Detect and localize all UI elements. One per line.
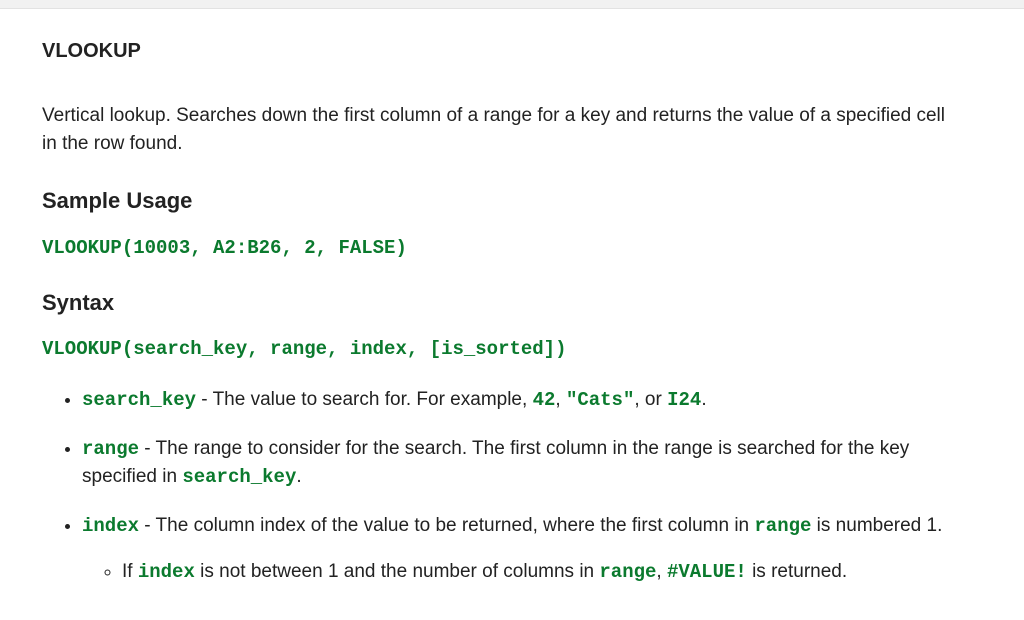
code-ref: search_key xyxy=(182,466,296,488)
code-ref: range xyxy=(599,561,656,583)
param-index: index - The column index of the value to… xyxy=(82,512,982,587)
param-sub-list: If index is not between 1 and the number… xyxy=(82,558,982,587)
page-title: VLOOKUP xyxy=(42,37,982,66)
heading-syntax: Syntax xyxy=(42,287,982,319)
text: If xyxy=(122,561,138,582)
text: , xyxy=(555,389,566,410)
example-code: 42 xyxy=(533,389,556,411)
sample-usage-code: VLOOKUP(10003, A2:B26, 2, FALSE) xyxy=(42,235,982,263)
code-ref: index xyxy=(138,561,195,583)
text: . xyxy=(701,389,706,410)
example-code: I24 xyxy=(667,389,701,411)
example-code: "Cats" xyxy=(566,389,634,411)
text: , or xyxy=(634,389,667,410)
param-desc: - The value to search for. For example, xyxy=(196,389,533,410)
param-name: search_key xyxy=(82,389,196,411)
function-description: Vertical lookup. Searches down the first… xyxy=(42,102,962,157)
code-ref: range xyxy=(754,515,811,537)
param-list: search_key - The value to search for. Fo… xyxy=(42,386,982,587)
syntax-signature: VLOOKUP(search_key, range, index, [is_so… xyxy=(42,336,982,364)
text: . xyxy=(296,466,301,487)
param-index-note: If index is not between 1 and the number… xyxy=(122,558,982,587)
heading-sample-usage: Sample Usage xyxy=(42,185,982,217)
text: , xyxy=(656,561,667,582)
param-search-key: search_key - The value to search for. Fo… xyxy=(82,386,982,415)
text: is returned. xyxy=(747,561,847,582)
text: is not between 1 and the number of colum… xyxy=(195,561,600,582)
param-name: index xyxy=(82,515,139,537)
param-range: range - The range to consider for the se… xyxy=(82,435,982,492)
param-name: range xyxy=(82,438,139,460)
top-separator xyxy=(0,0,1024,9)
code-ref: #VALUE! xyxy=(667,561,747,583)
param-desc: - The column index of the value to be re… xyxy=(139,515,754,536)
doc-body: VLOOKUP Vertical lookup. Searches down t… xyxy=(0,9,1024,587)
text: is numbered 1. xyxy=(811,515,942,536)
